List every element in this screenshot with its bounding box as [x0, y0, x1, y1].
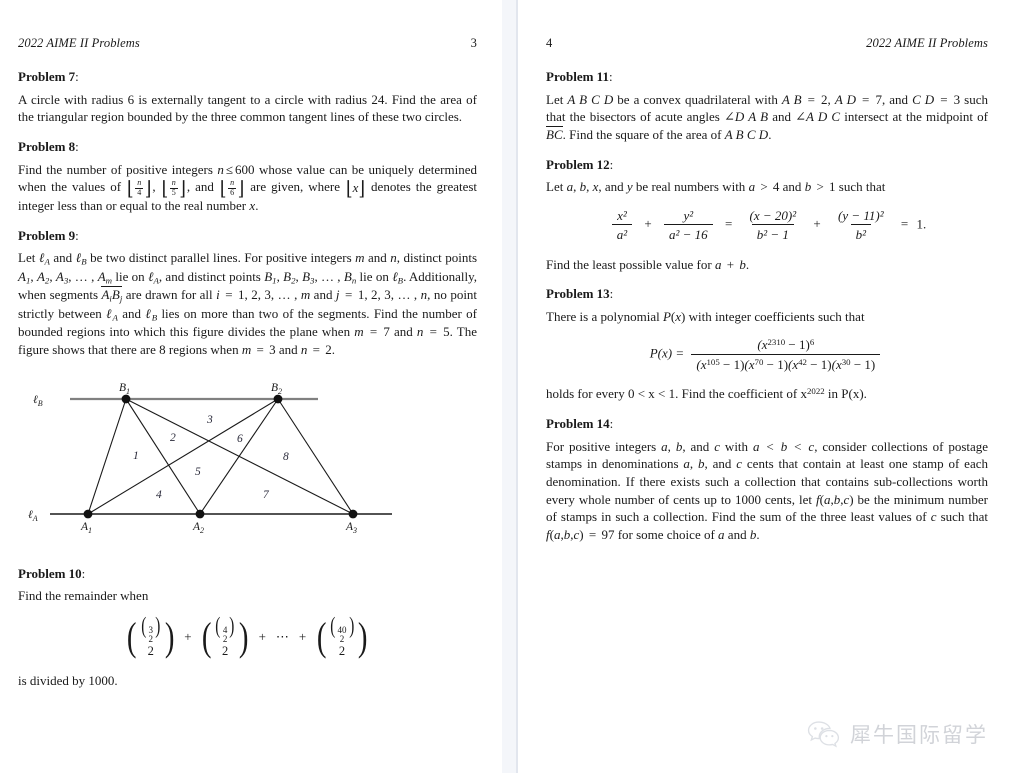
region-label-3: 3: [206, 414, 213, 426]
region-label-2: 2: [170, 432, 176, 444]
problem-13-text-before: There is a polynomial P(x) with integer …: [546, 308, 865, 324]
label-a2: A2: [192, 521, 204, 535]
var-n: n: [217, 161, 224, 177]
problem-8-block: Problem 8: Find the number of positive i…: [18, 139, 477, 215]
running-title-right: 2022 AIME II Problems: [866, 36, 988, 50]
binom-term-1: ( (3 2) 2 ): [127, 612, 175, 660]
segment-a1-b2: [87, 398, 279, 515]
eq-plus-1: +: [644, 216, 652, 232]
point-a3: [348, 509, 358, 519]
segment-group: [87, 398, 354, 515]
problem-10-text-after: is divided by 1000.: [18, 672, 118, 688]
running-head-right: 2022 AIME II Problems 4: [546, 36, 988, 51]
label-ell-b: ℓB: [33, 394, 43, 408]
problem-14-label: Problem 14:: [546, 415, 614, 431]
wechat-icon: [807, 721, 840, 748]
vertex-group: [83, 394, 358, 519]
watermark: 犀牛国际留学: [806, 719, 988, 749]
page-number-right: 4: [546, 36, 553, 50]
numerator: (x2310 − 1)6: [757, 337, 815, 353]
problem-10-block: Problem 10: Find the remainder when ( (3…: [18, 566, 477, 690]
frac-x20-b2-1: (x − 20)² b² − 1: [749, 207, 797, 243]
segment-a1-b1: [87, 398, 127, 514]
problem-13-equation: P(x) = (x2310 − 1)6 (x105 − 1)(x70 − 1)(…: [546, 337, 988, 372]
denominator: (x105 − 1)(x70 − 1)(x42 − 1)(x30 − 1): [691, 353, 881, 372]
problem-9-text: Let ℓA and ℓB be two distinct parallel l…: [18, 250, 478, 358]
floor-x: ⌊ x ⌋: [345, 177, 366, 200]
exponent-2022: 2022: [807, 386, 825, 397]
segment-a3-b2: [277, 398, 354, 515]
problem-14-text: For positive integers a, b, and c with a…: [546, 438, 989, 542]
point-a2: [195, 509, 205, 519]
page-gutter: [497, 0, 519, 773]
problem-7-block: Problem 7: A circle with radius 6 is ext…: [18, 69, 477, 126]
label-a1: A1: [80, 521, 92, 535]
plus-2: +: [258, 628, 266, 644]
var-x: x: [249, 198, 256, 214]
eq-rhs: 1.: [916, 216, 927, 232]
problem-11-text: Let A B C D be a convex quadrilateral wi…: [546, 91, 988, 142]
floor-n-4: ⌊ n 4 ⌋: [127, 177, 152, 200]
region-label-5: 5: [195, 466, 201, 478]
region-label-6: 6: [237, 433, 243, 445]
problem-13-text-after: holds for every 0 < x < 1. Find the coef…: [546, 386, 867, 402]
label-b2: B2: [271, 382, 282, 396]
binom-term-2: ( (4 2) 2 ): [201, 612, 249, 660]
floor-n-5: ⌊ n 5 ⌋: [161, 177, 186, 200]
problem-8-label: Problem 8:: [18, 138, 79, 154]
region-label-7: 7: [263, 489, 270, 501]
problem-8-text: Find the number of positive integers n ≤6…: [18, 161, 478, 214]
frac-polynomial: (x2310 − 1)6 (x105 − 1)(x70 − 1)(x42 − 1…: [691, 337, 881, 372]
problem-10-equation: ( (3 2) 2 ) + ( (4 2) 2 ) + ⋯ + ((40 2…: [18, 612, 477, 660]
problem-12-equation: x² a² + y² a² − 16 = (x − 20)² b² − 1 + (y …: [546, 208, 988, 243]
region-label-4: 4: [156, 489, 162, 501]
problem-9-label: Problem 9:: [18, 227, 79, 243]
problem-10-label: Problem 10:: [18, 565, 86, 581]
running-title-left: 2022 AIME II Problems: [18, 36, 140, 50]
plus-1: +: [184, 628, 192, 644]
rel-leq: ≤: [225, 161, 234, 177]
problem-10-text-before: Find the remainder when: [18, 588, 149, 604]
running-head-left: 2022 AIME II Problems 3: [18, 36, 477, 51]
region-label-1: 1: [133, 450, 139, 462]
problem-9-block: Problem 9: Let ℓA and ℓB be two distinct…: [18, 228, 477, 359]
bound-600: 600: [235, 161, 255, 177]
watermark-text: 犀牛国际留学: [850, 723, 988, 747]
plus-3: +: [298, 628, 307, 644]
eq-equals-1: =: [724, 216, 733, 232]
region-label-8: 8: [283, 451, 289, 463]
label-ell-a: ℓA: [28, 509, 38, 523]
label-b1: B1: [119, 382, 130, 396]
problem-11-block: Problem 11: Let A B C D be a convex quad…: [546, 69, 988, 144]
problem-12-text-before: Let a, b, x, and y be real numbers with …: [546, 179, 886, 195]
problem-9-figure: ℓB ℓA B1 B2 A1 A2 A3 1 2 3 4 5 6 7 8: [18, 373, 478, 548]
problem-13-block: Problem 13: There is a polynomial P(x) w…: [546, 286, 988, 403]
region-label-group: 1 2 3 4 5 6 7 8: [133, 414, 289, 501]
eq-plus-2: +: [813, 216, 821, 232]
frac-x2-a2: x² a²: [611, 208, 633, 243]
page-right: 2022 AIME II Problems 4 Problem 11: Let …: [519, 0, 1016, 773]
problem-13-label: Problem 13:: [546, 286, 614, 302]
page-left: 2022 AIME II Problems 3 Problem 7: A cir…: [0, 0, 497, 773]
floor-n-6: ⌊ n 6 ⌋: [219, 177, 245, 200]
two-page-spread: 2022 AIME II Problems 3 Problem 7: A cir…: [0, 0, 1016, 773]
frac-y2-a2-16: y² a² − 16: [664, 208, 713, 243]
label-a3: A3: [345, 521, 357, 535]
problem-12-text-after: Find the least possible value for a + b.: [546, 256, 750, 272]
problem-7-text: A circle with radius 6 is externally tan…: [18, 91, 477, 125]
eq-equals-2: =: [900, 216, 909, 232]
ellipsis: ⋯: [275, 628, 289, 644]
page-number-left: 3: [470, 36, 477, 50]
problem-12-block: Problem 12: Let a, b, x, and y be real n…: [546, 157, 988, 274]
figure-svg: ℓB ℓA B1 B2 A1 A2 A3 1 2 3 4 5 6 7 8: [28, 382, 392, 535]
problem-12-label: Problem 12:: [546, 156, 614, 172]
binom-term-3: ( (40 2) 2 ): [316, 612, 368, 660]
problem-14-block: Problem 14: For positive integers a, b, …: [546, 416, 988, 544]
problem-11-label: Problem 11:: [546, 69, 613, 84]
problem-7-label: Problem 7:: [18, 69, 79, 84]
eq-lhs-px: P(x) =: [649, 345, 685, 361]
frac-y11-b2: (y − 11)² b²: [837, 207, 884, 243]
point-a1: [83, 509, 93, 519]
